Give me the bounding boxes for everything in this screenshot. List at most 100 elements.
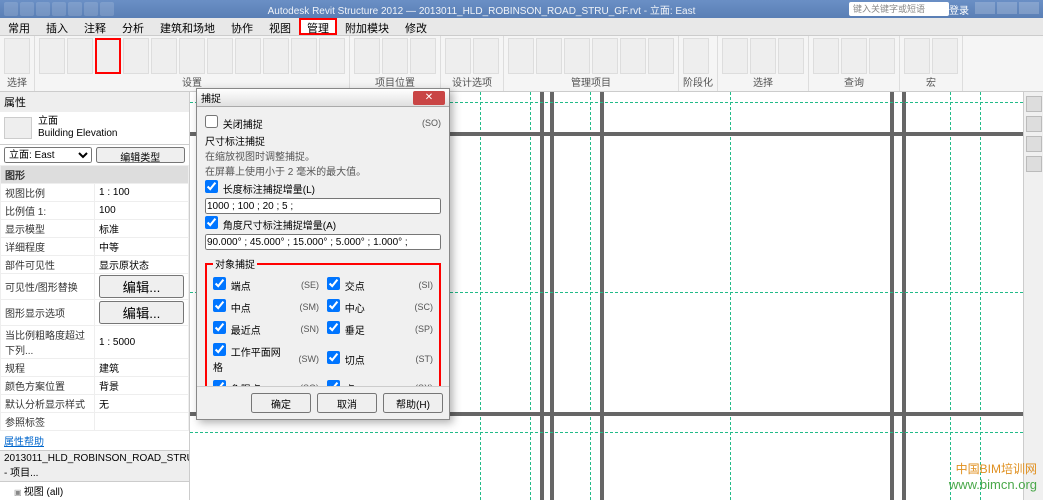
- help-button[interactable]: 帮助(H): [383, 393, 443, 413]
- ribbon-icon[interactable]: [869, 38, 895, 74]
- ribbon-icon[interactable]: [410, 38, 436, 74]
- ribbon-icon[interactable]: [508, 38, 534, 74]
- ribbon-icon[interactable]: [291, 38, 317, 74]
- angle-increment-input[interactable]: [205, 234, 441, 250]
- ribbon-icon[interactable]: [722, 38, 748, 74]
- ribbon-icon[interactable]: [536, 38, 562, 74]
- ribbon-icon[interactable]: [778, 38, 804, 74]
- prop-row[interactable]: 图形显示选项编辑...: [1, 300, 189, 326]
- length-increment-checkbox[interactable]: 长度标注捕捉增量(L): [205, 180, 441, 196]
- snap-checkbox[interactable]: 切点: [327, 351, 401, 367]
- ribbon-icon[interactable]: [473, 38, 499, 74]
- tab[interactable]: 协作: [223, 18, 261, 35]
- prop-row[interactable]: 默认分析显示样式无: [1, 395, 189, 413]
- prop-row[interactable]: 显示模型标准: [1, 220, 189, 238]
- length-increment-input[interactable]: [205, 198, 441, 214]
- ribbon-icon[interactable]: [207, 38, 233, 74]
- ribbon-icon[interactable]: [319, 38, 345, 74]
- snap-checkbox[interactable]: 垂足: [327, 321, 401, 337]
- tab[interactable]: 附加模块: [337, 18, 397, 35]
- prop-row[interactable]: 颜色方案位置背景: [1, 377, 189, 395]
- snap-off-checkbox[interactable]: 关闭捕捉: [205, 115, 409, 131]
- qat-icon[interactable]: [36, 2, 50, 16]
- tab[interactable]: 常用: [0, 18, 38, 35]
- modify-icon[interactable]: [4, 38, 30, 74]
- close-button[interactable]: [1019, 2, 1039, 14]
- ribbon-icon[interactable]: [932, 38, 958, 74]
- ribbon-icon[interactable]: [564, 38, 590, 74]
- ribbon-icon[interactable]: [263, 38, 289, 74]
- tab[interactable]: 注释: [76, 18, 114, 35]
- tab[interactable]: 视图: [261, 18, 299, 35]
- tab[interactable]: 分析: [114, 18, 152, 35]
- qat-icon[interactable]: [68, 2, 82, 16]
- ribbon-icon[interactable]: [841, 38, 867, 74]
- ribbon-icon[interactable]: [67, 38, 93, 74]
- snap-checkbox[interactable]: 中心: [327, 299, 401, 315]
- dialog-titlebar[interactable]: 捕捉 ✕: [197, 89, 449, 107]
- prop-row[interactable]: 规程建筑: [1, 359, 189, 377]
- edit-button[interactable]: 编辑...: [99, 301, 184, 324]
- cancel-button[interactable]: 取消: [317, 393, 377, 413]
- instance-selector[interactable]: 立面: East: [4, 147, 92, 163]
- angle-increment-checkbox[interactable]: 角度尺寸标注捕捉增量(A): [205, 216, 441, 232]
- edit-type-button[interactable]: 编辑类型: [96, 147, 186, 163]
- login-link[interactable]: 登录: [949, 2, 969, 17]
- snap-checkbox[interactable]: 端点: [213, 277, 287, 293]
- snap-checkbox[interactable]: 工作平面网格: [213, 343, 287, 374]
- tab[interactable]: 插入: [38, 18, 76, 35]
- snap-checkbox[interactable]: 最近点: [213, 321, 287, 337]
- prop-row[interactable]: 参照标签: [1, 413, 189, 431]
- ribbon-icon[interactable]: [592, 38, 618, 74]
- ribbon-icon[interactable]: [813, 38, 839, 74]
- ribbon-icon[interactable]: [683, 38, 709, 74]
- ribbon-icon[interactable]: [750, 38, 776, 74]
- help-search[interactable]: 键入关键字或短语: [849, 2, 949, 16]
- ribbon-icon[interactable]: [235, 38, 261, 74]
- tab[interactable]: 建筑和场地: [152, 18, 223, 35]
- tab-manage[interactable]: 管理: [299, 18, 337, 35]
- nav-pan-icon[interactable]: [1026, 136, 1042, 152]
- qat-icon[interactable]: [84, 2, 98, 16]
- qat-icon[interactable]: [52, 2, 66, 16]
- ribbon-icon[interactable]: [179, 38, 205, 74]
- ribbon-icon[interactable]: [445, 38, 471, 74]
- title-bar: Autodesk Revit Structure 2012 — 2013011_…: [0, 0, 1043, 18]
- ribbon-icon[interactable]: [904, 38, 930, 74]
- prop-row[interactable]: 当比例粗略度超过下列...1 : 5000: [1, 326, 189, 359]
- dialog-close-button[interactable]: ✕: [413, 91, 445, 105]
- qat-icon[interactable]: [20, 2, 34, 16]
- prop-row[interactable]: 比例值 1:100: [1, 202, 189, 220]
- ribbon-icon[interactable]: [39, 38, 65, 74]
- ribbon-icon[interactable]: [354, 38, 380, 74]
- snap-checkbox[interactable]: 中点: [213, 299, 287, 315]
- tree-root[interactable]: 视图 (all): [14, 482, 189, 499]
- ribbon-icon[interactable]: [123, 38, 149, 74]
- ribbon-icon[interactable]: [151, 38, 177, 74]
- prop-row[interactable]: 部件可见性显示原状态: [1, 256, 189, 274]
- ribbon-icon[interactable]: [382, 38, 408, 74]
- qat-icon[interactable]: [4, 2, 18, 16]
- note-text: 在缩放视图时调整捕捉。: [205, 148, 441, 163]
- prop-row[interactable]: 视图比例1 : 100: [1, 184, 189, 202]
- nav-home-icon[interactable]: [1026, 96, 1042, 112]
- prop-row[interactable]: 可见性/图形替换编辑...: [1, 274, 189, 300]
- qat-icon[interactable]: [100, 2, 114, 16]
- maximize-button[interactable]: [997, 2, 1017, 14]
- code-label: (SO): [413, 118, 441, 128]
- group-label: 项目位置: [354, 74, 436, 89]
- ok-button[interactable]: 确定: [251, 393, 311, 413]
- type-selector[interactable]: 立面Building Elevation: [0, 112, 189, 145]
- snaps-icon[interactable]: [95, 38, 121, 74]
- edit-button[interactable]: 编辑...: [99, 275, 184, 298]
- snap-checkbox[interactable]: 交点: [327, 277, 401, 293]
- prop-row[interactable]: 详细程度中等: [1, 238, 189, 256]
- properties-help-link[interactable]: 属性帮助: [0, 431, 189, 450]
- nav-wheel-icon[interactable]: [1026, 116, 1042, 132]
- nav-zoom-icon[interactable]: [1026, 156, 1042, 172]
- ribbon-icon[interactable]: [648, 38, 674, 74]
- tab[interactable]: 修改: [397, 18, 435, 35]
- ribbon-icon[interactable]: [620, 38, 646, 74]
- minimize-button[interactable]: [975, 2, 995, 14]
- section-title: 尺寸标注捕捉: [205, 133, 441, 148]
